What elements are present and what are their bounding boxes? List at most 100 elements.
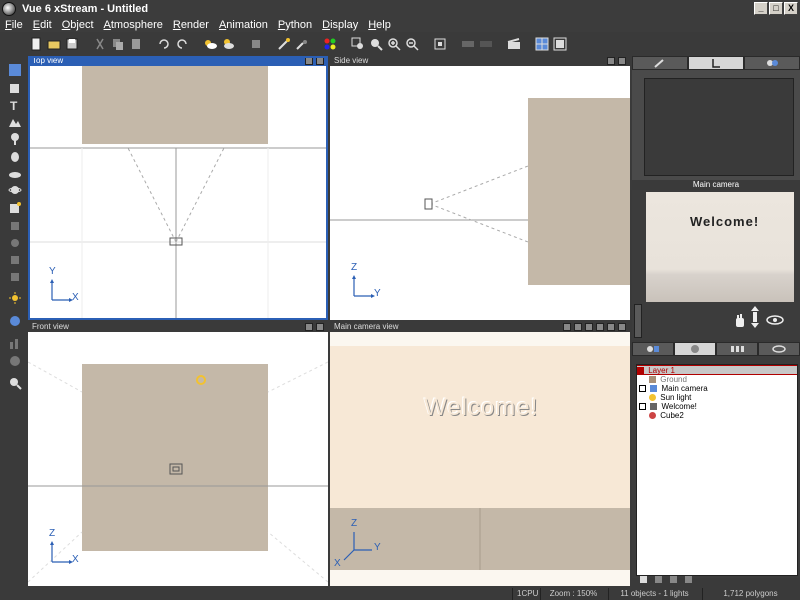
delete-layer-icon[interactable]	[685, 576, 692, 583]
cut-icon[interactable]	[92, 36, 108, 52]
viewport-menu-icon[interactable]	[607, 57, 615, 65]
metablob-tool-icon[interactable]	[7, 269, 22, 284]
paste-icon[interactable]	[128, 36, 144, 52]
tab-material[interactable]	[632, 56, 688, 70]
front-view-title: Front view	[32, 322, 69, 331]
cloud-tool-icon[interactable]	[7, 165, 22, 180]
orbit-icon[interactable]	[766, 314, 784, 329]
tree-row-welcome[interactable]: Welcome!	[637, 402, 797, 411]
tab-links[interactable]	[758, 342, 800, 356]
select-tool-icon[interactable]	[7, 62, 22, 77]
menu-atmosphere[interactable]: Atmosphere	[99, 19, 168, 31]
ground-icon	[649, 376, 656, 384]
close-button[interactable]: X	[784, 2, 798, 15]
camera-viewport[interactable]: Main camera view Welcome! Z Y X	[330, 322, 630, 586]
render-options-icon[interactable]	[294, 36, 310, 52]
menu-animation[interactable]: Animation	[214, 19, 273, 31]
window-title: Vue 6 xStream - Untitled	[22, 3, 149, 15]
viewport-maximize-icon[interactable]	[316, 57, 324, 65]
pan-hand-icon[interactable]	[734, 314, 746, 331]
planet-tool-icon[interactable]	[7, 182, 22, 197]
zoom-tool-icon[interactable]	[7, 375, 22, 390]
atmosphere-icon[interactable]	[202, 36, 218, 52]
sun-light-icon[interactable]	[7, 290, 22, 305]
timeline-icon[interactable]	[478, 36, 494, 52]
atmosphere-editor-icon[interactable]	[220, 36, 236, 52]
camera-ctrl-icon[interactable]	[574, 323, 582, 331]
minimize-button[interactable]: _	[754, 2, 768, 15]
tab-numerics[interactable]	[688, 56, 744, 70]
tree-row-ground[interactable]: Ground	[637, 375, 797, 384]
tab-aspect[interactable]	[744, 56, 800, 70]
render-icon[interactable]	[276, 36, 292, 52]
viewport-menu-icon[interactable]	[305, 323, 313, 331]
zoom-icon[interactable]	[368, 36, 384, 52]
tree-row-sun-light[interactable]: Sun light	[637, 393, 797, 402]
viewport-maximize-icon[interactable]	[618, 323, 626, 331]
four-views-icon[interactable]	[534, 36, 550, 52]
object-icon[interactable]	[248, 36, 264, 52]
boolean-tool-icon[interactable]	[7, 235, 22, 250]
sphere-tool-icon[interactable]	[7, 353, 22, 368]
object-add-icon[interactable]	[7, 200, 22, 215]
save-icon[interactable]	[64, 36, 80, 52]
text-tool-icon[interactable]: T	[7, 97, 22, 112]
viewport-menu-icon[interactable]	[607, 323, 615, 331]
layer-up-icon[interactable]	[655, 576, 662, 583]
zoom-in-icon[interactable]	[386, 36, 402, 52]
zoom-out-icon[interactable]	[404, 36, 420, 52]
copy-icon[interactable]	[110, 36, 126, 52]
tab-materials[interactable]	[674, 342, 716, 356]
menu-help[interactable]: Help	[363, 19, 396, 31]
cube-tool-icon[interactable]	[7, 80, 22, 95]
open-folder-icon[interactable]	[46, 36, 62, 52]
camera-ctrl-icon[interactable]	[596, 323, 604, 331]
top-viewport[interactable]: Top view Y X	[28, 56, 328, 320]
new-file-icon[interactable]	[28, 36, 44, 52]
menu-edit[interactable]: Edit	[28, 19, 57, 31]
viewport-maximize-icon[interactable]	[618, 57, 626, 65]
side-viewport[interactable]: Side view Z Y	[330, 56, 630, 320]
menu-render[interactable]: Render	[168, 19, 214, 31]
menu-file[interactable]: File	[0, 19, 28, 31]
color-palette-icon[interactable]	[322, 36, 338, 52]
tab-textures[interactable]	[716, 342, 758, 356]
camera-tool-icon[interactable]	[7, 313, 22, 328]
expand-icon[interactable]	[639, 385, 646, 393]
chart-tool-icon[interactable]	[7, 335, 22, 350]
redo-icon[interactable]	[174, 36, 190, 52]
rock-tool-icon[interactable]	[7, 148, 22, 163]
tree-row-layer[interactable]: Layer 1	[637, 365, 797, 375]
terrain-tool-icon[interactable]	[7, 114, 22, 129]
film-strip-icon[interactable]	[460, 36, 476, 52]
clapper-icon[interactable]	[506, 36, 522, 52]
camera-ctrl-icon[interactable]	[585, 323, 593, 331]
group-tool-icon[interactable]	[7, 218, 22, 233]
app-logo-icon[interactable]	[2, 2, 16, 16]
tab-objects[interactable]	[632, 342, 674, 356]
axis-label-z: Z	[49, 528, 56, 539]
menu-object[interactable]: Object	[57, 19, 99, 31]
camera-ctrl-icon[interactable]	[563, 323, 571, 331]
status-bar: 1CPU Zoom : 150% 11 objects - 1 lights 1…	[0, 588, 800, 600]
new-layer-icon[interactable]	[640, 576, 647, 583]
viewport-maximize-icon[interactable]	[316, 323, 324, 331]
plant-tool-icon[interactable]	[7, 131, 22, 146]
front-viewport[interactable]: Front view Z X	[28, 322, 328, 586]
preview-slider[interactable]	[634, 304, 642, 338]
layer-down-icon[interactable]	[670, 576, 677, 583]
menu-python[interactable]: Python	[273, 19, 317, 31]
menu-display[interactable]: Display	[317, 19, 363, 31]
fit-view-icon[interactable]	[432, 36, 448, 52]
maximize-button[interactable]: □	[769, 2, 783, 15]
zoom-region-icon[interactable]	[350, 36, 366, 52]
preview-welcome-text: Welcome!	[690, 214, 760, 229]
single-view-icon[interactable]	[552, 36, 568, 52]
camera-move-icon[interactable]	[748, 306, 762, 331]
tree-row-main-camera[interactable]: Main camera	[637, 384, 797, 393]
viewport-menu-icon[interactable]	[305, 57, 313, 65]
tree-row-cube2[interactable]: Cube2	[637, 411, 797, 420]
link-tool-icon[interactable]	[7, 252, 22, 267]
expand-icon[interactable]	[639, 403, 646, 411]
undo-icon[interactable]	[156, 36, 172, 52]
